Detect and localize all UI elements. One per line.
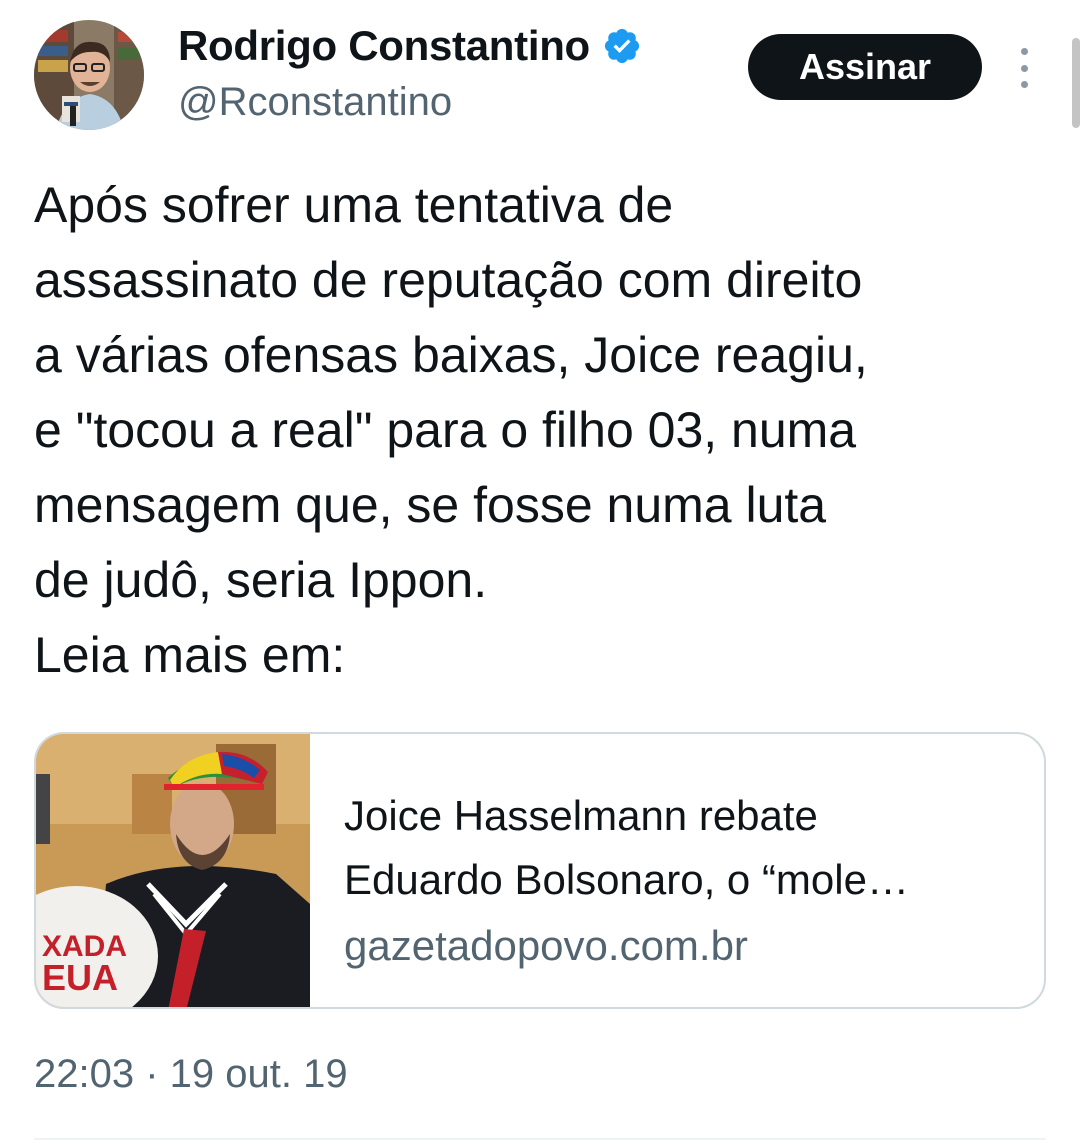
tweet-line: Após sofrer uma tentativa de [34,177,674,233]
link-card-thumbnail: XADA EUA [36,734,310,1007]
tweet-timestamp[interactable]: 22:03 · 19 out. 19 [34,1052,348,1097]
scrollbar[interactable] [1072,38,1080,128]
tweet-line: mensagem que, se fosse numa luta [34,477,827,533]
link-card-body[interactable]: Joice Hasselmann rebate Eduardo Bolsonar… [310,734,1044,1007]
author-name-row[interactable]: Rodrigo Constantino [178,20,642,72]
tweet-line: a várias ofensas baixas, Joice reagiu, [34,327,868,383]
thumbnail-text: EUA [42,957,118,998]
verified-badge-icon [602,26,642,66]
divider [34,1138,1046,1140]
link-preview-card[interactable]: XADA EUA Joice Hasselmann rebate Eduardo… [34,732,1046,1009]
author-name[interactable]: Rodrigo Constantino [178,22,590,70]
link-card-title[interactable]: Joice Hasselmann rebate [344,784,1044,848]
link-card-domain: gazetadopovo.com.br [344,922,748,969]
follow-button[interactable]: Assinar [748,34,982,100]
avatar[interactable] [34,20,144,130]
tweet-line: assassinato de reputação com direito [34,252,863,308]
more-vertical-icon[interactable] [1012,48,1036,88]
tweet-text: Após sofrer uma tentativa de assassinato… [34,168,1044,693]
author-handle[interactable]: @Rconstantino [178,80,452,125]
tweet-line: e "tocou a real" para o filho 03, numa [34,402,857,458]
tweet-line: de judô, seria Ippon. [34,552,488,608]
tweet-line: Leia mais em: [34,627,346,683]
link-card-title[interactable]: Eduardo Bolsonaro, o “mole… [344,848,1044,912]
